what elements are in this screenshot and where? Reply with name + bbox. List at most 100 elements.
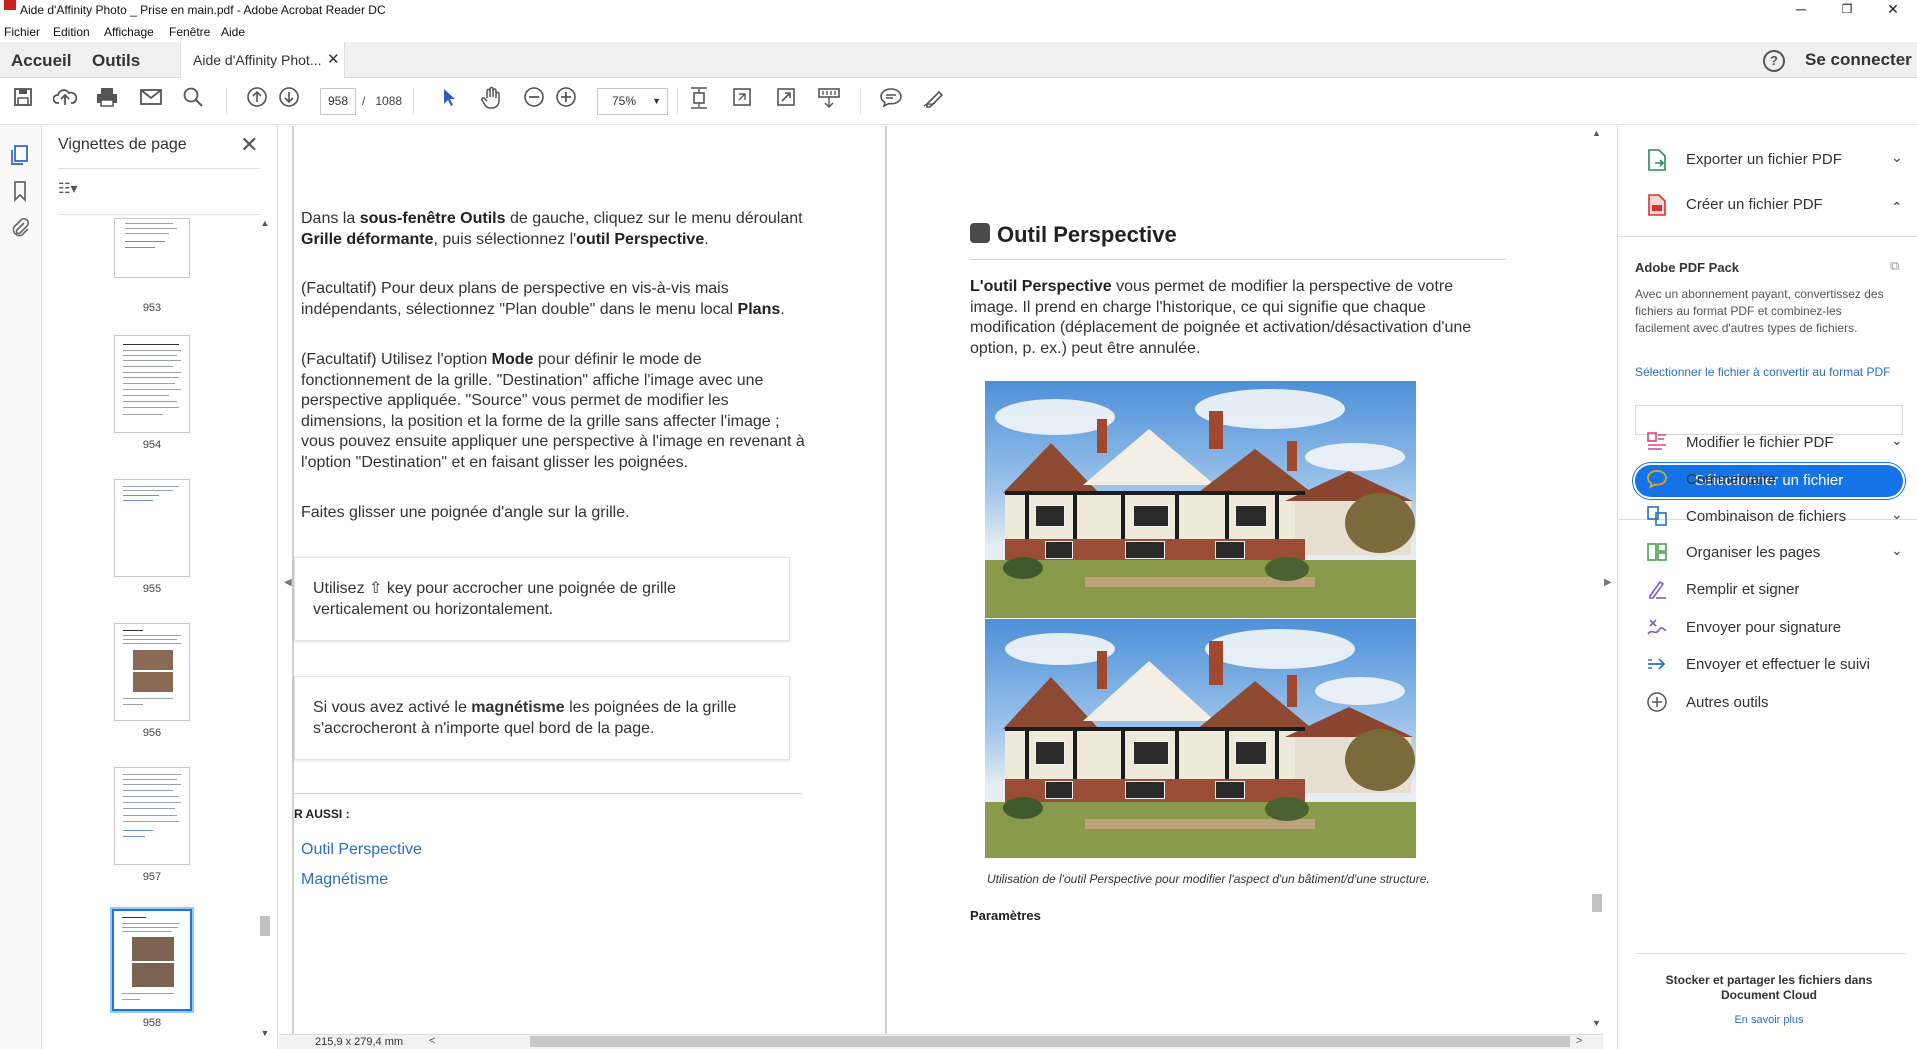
thumbnail-number: 957 [142,871,162,883]
upload-icon[interactable] [50,86,80,116]
collapse-left-icon[interactable]: ◀ [284,577,292,588]
pack-info-icon[interactable]: ⧉ [1890,258,1899,274]
chevron-down-icon[interactable]: ⌄ [1891,542,1903,559]
fullscreen-icon[interactable] [771,86,801,116]
page-thumbnail-953[interactable] [114,218,190,278]
page-dimensions: 215,9 x 279,4 mm [315,1036,404,1048]
tab-document[interactable]: Aide d'Affinity Phot... ✕ [180,42,345,78]
tool-send-signature[interactable]: Envoyer pour signature [1645,614,1905,644]
thumbnail-number: 956 [142,727,162,739]
page-thumbnail-955[interactable] [114,479,190,577]
panel-divider [58,168,260,169]
scrollbar-thumb[interactable] [1592,894,1602,912]
thumbnail-number: 958 [142,1017,162,1029]
link-magnetisme[interactable]: Magnétisme [301,871,388,889]
search-icon[interactable] [178,86,208,116]
collapse-right-icon[interactable]: ▶ [1604,577,1612,588]
tip-text: Utilisez ⇧ key pour accrocher une poigné… [313,580,676,618]
scroll-down-icon[interactable]: ▼ [258,1028,272,1038]
paragraph-segment-text: . [704,230,709,248]
chevron-down-icon[interactable]: ⌄ [1891,149,1903,166]
tool-organize-pages[interactable]: Organiser les pages ⌄ [1645,539,1905,569]
page-number-input[interactable]: 958 [320,88,356,115]
bookmark-icon[interactable] [8,180,32,204]
tool-fill-sign[interactable]: Remplir et signer [1645,576,1905,606]
fit-page-icon[interactable] [684,86,714,116]
sign-in-button[interactable]: Se connecter [1805,50,1912,70]
export-pdf-tool[interactable]: Exporter un fichier PDF ⌄ [1645,146,1905,176]
print-icon[interactable] [92,86,122,116]
comment-icon[interactable] [876,86,906,116]
close-panel-icon[interactable]: ✕ [240,132,258,158]
tool-label: Organiser les pages [1686,544,1821,561]
select-icon[interactable] [433,86,463,116]
minimize-button[interactable]: ─ [1778,0,1824,20]
page-thumbnails-icon[interactable] [8,144,32,168]
chevron-down-icon[interactable]: ⌄ [1891,506,1903,523]
tool-comment[interactable]: Commentaire [1645,466,1905,496]
page-thumbnail-954[interactable] [114,335,190,433]
hand-icon[interactable] [476,86,506,116]
tool-send-track[interactable]: Envoyer et effectuer le suivi [1645,651,1905,681]
scroll-up-icon[interactable]: ▲ [258,218,272,228]
tool-edit-pdf[interactable]: Modifier le fichier PDF ⌄ [1645,429,1905,459]
close-window-button[interactable]: ✕ [1870,0,1916,20]
paragraph-segment-bold: Mode [491,351,534,368]
horizontal-scrollbar-thumb[interactable] [530,1036,1570,1047]
zoom-select[interactable]: 75% ▼ [597,88,668,115]
image-caption: Utilisation de l'outil Perspective pour … [987,872,1430,886]
pack-description: Avec un abonnement payant, convertissez … [1635,287,1884,335]
scroll-left-icon[interactable]: < [429,1035,435,1047]
menu-aide[interactable]: Aide [221,25,245,39]
combine-files-icon [1645,505,1669,529]
thumbnails-scrollbar[interactable]: ▲ ▼ [258,216,272,1042]
acrobat-icon [4,0,16,10]
sign-icon[interactable] [919,86,949,116]
email-icon[interactable] [136,86,166,116]
page-thumbnail-956[interactable] [114,623,190,721]
menu-affichage[interactable]: Affichage [104,25,154,39]
chevron-up-icon[interactable]: ⌃ [1891,199,1903,216]
scroll-right-icon[interactable]: > [1576,1035,1582,1047]
tool-more-tools[interactable]: Autres outils [1645,689,1905,719]
menu-fichier[interactable]: Fichier [4,25,40,39]
page-thumbnail-957[interactable] [114,767,190,865]
tool-combine-files[interactable]: Combinaison de fichiers ⌄ [1645,503,1905,533]
attachment-icon[interactable] [8,216,32,240]
zoom-out-icon[interactable] [519,86,549,116]
scrollbar-thumb[interactable] [260,916,270,936]
tab-home[interactable]: Accueil [11,51,71,71]
paragraph-4: Faites glisser une poignée d'angle sur l… [301,503,811,524]
create-pdf-tool[interactable]: Créer un fichier PDF ⌃ [1645,191,1905,221]
prev-page-icon[interactable] [242,86,272,116]
section-divider [294,793,802,794]
page-separator: / [362,94,366,108]
link-outil-perspective[interactable]: Outil Perspective [301,841,422,859]
restore-button[interactable]: ❐ [1824,0,1870,20]
rotate-icon[interactable] [727,86,757,116]
scroll-down-icon[interactable]: ▼ [1592,1018,1601,1028]
zoom-in-icon[interactable] [551,86,581,116]
organize-pages-icon [1645,541,1669,565]
toolbar-separator [860,88,861,114]
menu-edition[interactable]: Edition [53,25,90,39]
page-thumbnail-958[interactable] [110,907,194,1013]
next-page-icon[interactable] [274,86,304,116]
help-icon[interactable]: ? [1763,50,1785,72]
paragraph-segment-text: Dans la [301,210,360,227]
close-tab-icon[interactable]: ✕ [327,50,340,68]
tool-label: Commentaire [1686,471,1777,488]
save-icon[interactable] [8,86,38,116]
pack-convert-link[interactable]: Sélectionner le fichier à convertir au f… [1635,364,1897,381]
scroll-up-icon[interactable]: ▲ [1592,128,1601,138]
scroll-mode-icon[interactable] [814,86,844,116]
fill-sign-icon [1645,578,1669,602]
thumbnail-options-icon[interactable]: ☷▾ [58,180,78,197]
chevron-down-icon[interactable]: ⌄ [1891,432,1903,449]
learn-more-link[interactable]: En savoir plus [1638,1014,1900,1026]
menu-fenetre[interactable]: Fenêtre [169,25,210,39]
document-scrollbar[interactable]: ▲ ▼ [1590,126,1604,1034]
parameters-heading: Paramètres [970,908,1041,923]
paragraph-2: (Facultatif) Pour deux plans de perspect… [301,279,811,320]
tab-tools[interactable]: Outils [92,51,140,71]
